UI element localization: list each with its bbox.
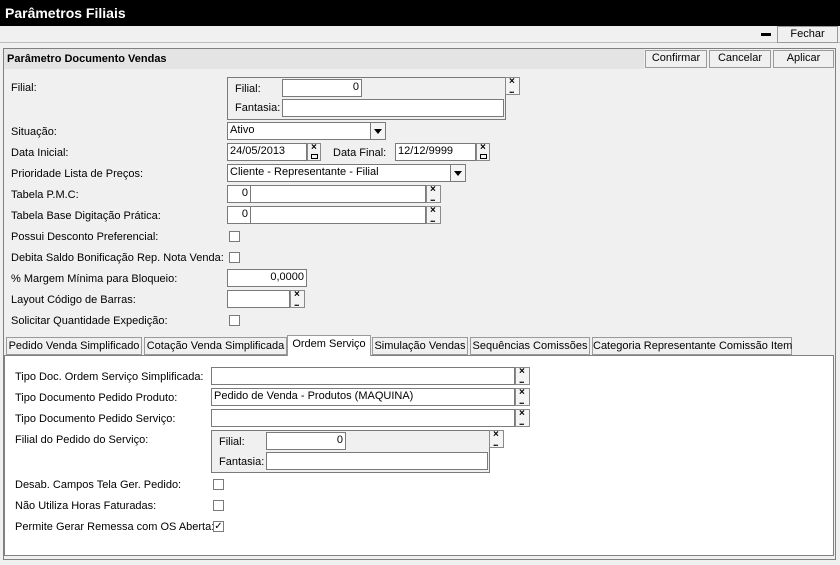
os-fantasia-label: Fantasia: <box>219 456 265 468</box>
tab-sequencias-comissoes[interactable]: Sequências Comissões <box>470 337 590 355</box>
tabela-base-code-input[interactable]: 0 <box>227 206 251 224</box>
data-inicial-input[interactable]: 24/05/2013 <box>227 143 307 161</box>
apply-button[interactable]: Aplicar <box>773 50 834 68</box>
window-title: Parâmetros Filiais <box>0 0 840 26</box>
margem-input[interactable]: 0,0000 <box>227 269 307 287</box>
situacao-label: Situação: <box>11 126 57 138</box>
desab-label: Desab. Campos Tela Ger. Pedido: <box>15 479 182 491</box>
more-icon: ... <box>430 214 435 224</box>
tabela-pmc-label: Tabela P.M.C: <box>11 189 79 201</box>
tabela-base-desc-input[interactable] <box>250 206 426 224</box>
more-icon: ... <box>519 417 524 427</box>
tipo-doc-produto-input[interactable]: Pedido de Venda - Produtos (MAQUINA) <box>211 388 515 406</box>
calendar-icon[interactable]: × <box>476 142 490 161</box>
tipo-doc-servico-picker[interactable]: ×... <box>515 408 530 427</box>
clear-icon: × <box>311 142 317 153</box>
data-final-input[interactable]: 12/12/9999 <box>395 143 476 161</box>
tabela-base-picker[interactable]: ×... <box>426 205 441 224</box>
filial-picker[interactable]: ×... <box>505 76 520 95</box>
os-filial-picker[interactable]: ×... <box>489 429 504 448</box>
layout-picker[interactable]: ×... <box>290 289 305 308</box>
fantasia-label: Fantasia: <box>235 102 281 114</box>
filial-sub-label: Filial: <box>235 83 261 95</box>
tab-cotacao-venda-simplificada[interactable]: Cotação Venda Simplificada <box>144 337 287 355</box>
tab-ordem-servico[interactable]: Ordem Serviço <box>287 335 371 356</box>
cancel-button[interactable]: Cancelar <box>709 50 771 68</box>
nao-utiliza-checkbox[interactable] <box>213 500 224 511</box>
nao-utiliza-label: Não Utiliza Horas Faturadas: <box>15 500 157 512</box>
debita-saldo-checkbox[interactable] <box>229 252 240 263</box>
more-icon: ... <box>294 298 299 308</box>
more-icon: ... <box>509 85 514 95</box>
filial-label: Filial: <box>11 82 37 94</box>
tipo-doc-produto-picker[interactable]: ×... <box>515 387 530 406</box>
solicitar-label: Solicitar Quantidade Expedição: <box>11 315 168 327</box>
possui-desconto-label: Possui Desconto Preferencial: <box>11 231 159 243</box>
more-icon: ... <box>493 438 498 448</box>
minimize-icon[interactable] <box>761 33 771 36</box>
clear-icon: × <box>480 142 486 153</box>
tipo-doc-os-picker[interactable]: ×... <box>515 366 530 385</box>
chevron-down-icon[interactable] <box>370 122 386 140</box>
permite-label: Permite Gerar Remessa com OS Aberta: <box>15 521 215 533</box>
tipo-doc-os-input[interactable] <box>211 367 515 385</box>
tabela-base-label: Tabela Base Digitação Prática: <box>11 210 161 222</box>
chevron-down-icon[interactable] <box>450 164 466 182</box>
calendar-icon[interactable]: × <box>307 142 321 161</box>
debita-saldo-label: Debita Saldo Bonificação Rep. Nota Venda… <box>11 252 224 264</box>
tab-simulacao-vendas[interactable]: Simulação Vendas <box>372 337 468 355</box>
tab-pedido-venda-simplificado[interactable]: Pedido Venda Simplificado <box>6 337 142 355</box>
filial-pedido-label: Filial do Pedido do Serviço: <box>15 434 149 446</box>
confirm-button[interactable]: Confirmar <box>645 50 707 68</box>
os-fantasia-input[interactable] <box>266 452 488 470</box>
top-toolbar <box>0 26 840 43</box>
tabela-pmc-picker[interactable]: ×... <box>426 184 441 203</box>
os-filial-sub-label: Filial: <box>219 436 245 448</box>
layout-label: Layout Código de Barras: <box>11 294 136 306</box>
os-filial-input[interactable]: 0 <box>266 432 346 450</box>
filial-input[interactable]: 0 <box>282 79 362 97</box>
tab-categoria-representante-comissao-item[interactable]: Categoria Representante Comissão Item <box>592 337 792 355</box>
more-icon: ... <box>430 193 435 203</box>
permite-checkbox[interactable]: ✓ <box>213 521 224 532</box>
data-inicial-label: Data Inicial: <box>11 147 69 159</box>
tipo-doc-produto-label: Tipo Documento Pedido Produto: <box>15 392 178 404</box>
situacao-select[interactable]: Ativo <box>227 122 371 140</box>
tipo-doc-servico-input[interactable] <box>211 409 515 427</box>
layout-input[interactable] <box>227 290 290 308</box>
prioridade-label: Prioridade Lista de Preços: <box>11 168 144 180</box>
data-final-label: Data Final: <box>333 147 387 159</box>
fantasia-input[interactable] <box>282 99 504 117</box>
possui-desconto-checkbox[interactable] <box>229 231 240 242</box>
panel-title: Parâmetro Documento Vendas <box>4 49 644 69</box>
prioridade-select[interactable]: Cliente - Representante - Filial <box>227 164 451 182</box>
solicitar-checkbox[interactable] <box>229 315 240 326</box>
more-icon: ... <box>519 396 524 406</box>
tabela-pmc-desc-input[interactable] <box>250 185 426 203</box>
desab-checkbox[interactable] <box>213 479 224 490</box>
tipo-doc-servico-label: Tipo Documento Pedido Serviço: <box>15 413 176 425</box>
close-button[interactable]: Fechar <box>777 26 838 43</box>
tabela-pmc-code-input[interactable]: 0 <box>227 185 251 203</box>
margem-label: % Margem Mínima para Bloqueio: <box>11 273 178 285</box>
more-icon: ... <box>519 375 524 385</box>
tipo-doc-os-label: Tipo Doc. Ordem Serviço Simplificada: <box>15 371 204 383</box>
